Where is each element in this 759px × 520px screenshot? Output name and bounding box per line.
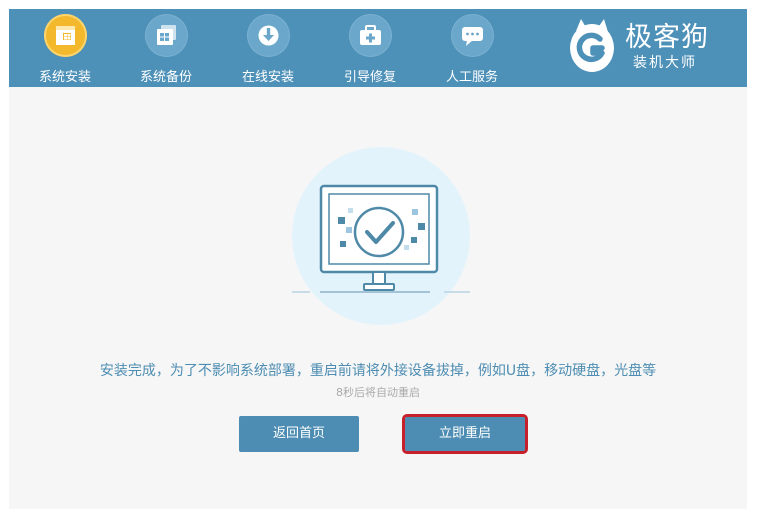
nav-label-system-backup: 系统备份	[139, 70, 192, 85]
nav-item-manual-service[interactable]: 人工服务	[422, 9, 522, 87]
nav-circle-system-backup	[145, 14, 188, 57]
monitor-checkmark-icon	[292, 147, 470, 325]
nav-item-boot-repair[interactable]: 引导修复	[320, 9, 420, 87]
nav-label-boot-repair: 引导修复	[343, 70, 396, 85]
brand: 极客狗 装机大师	[567, 13, 742, 79]
install-complete-message: 安装完成，为了不影响系统部署，重启前请将外接设备拔掉，例如U盘，移动硬盘，光盘等	[99, 363, 657, 379]
restart-now-button[interactable]: 立即重启	[402, 414, 528, 454]
nav-circle-online-install	[247, 14, 290, 57]
restart-countdown: 8秒后将自动重启	[336, 386, 420, 399]
brand-name: 极客狗	[625, 22, 709, 53]
nav-label-online-install: 在线安装	[241, 70, 294, 85]
nav-label-manual-service: 人工服务	[445, 70, 498, 85]
brand-subtitle: 装机大师	[633, 55, 697, 71]
package-box-icon	[56, 26, 75, 45]
nav-item-online-install[interactable]: 在线安装	[218, 9, 318, 87]
stacked-windows-icon	[157, 25, 176, 45]
return-home-button[interactable]: 返回首页	[239, 416, 359, 452]
install-complete-illustration	[284, 147, 484, 341]
chat-bubble-icon	[462, 27, 483, 46]
nav-circle-boot-repair	[349, 14, 392, 57]
header-bar: 系统安装 系统备份 在线安装 引导修复 人工服务 极客狗 装机大师	[9, 9, 747, 87]
nav-item-system-backup[interactable]: 系统备份	[116, 9, 216, 87]
cloud-download-icon	[258, 25, 279, 46]
nav-circle-manual-service	[451, 14, 494, 57]
nav-label-system-install: 系统安装	[38, 70, 91, 85]
toolbox-repair-icon	[360, 25, 381, 45]
installer-window: 系统安装 系统备份 在线安装 引导修复 人工服务 极客狗 装机大师 安装完成，为…	[9, 9, 747, 509]
nav-circle-system-install	[44, 14, 87, 57]
dog-g-logo-icon	[570, 19, 614, 72]
nav-item-system-install[interactable]: 系统安装	[15, 9, 115, 87]
